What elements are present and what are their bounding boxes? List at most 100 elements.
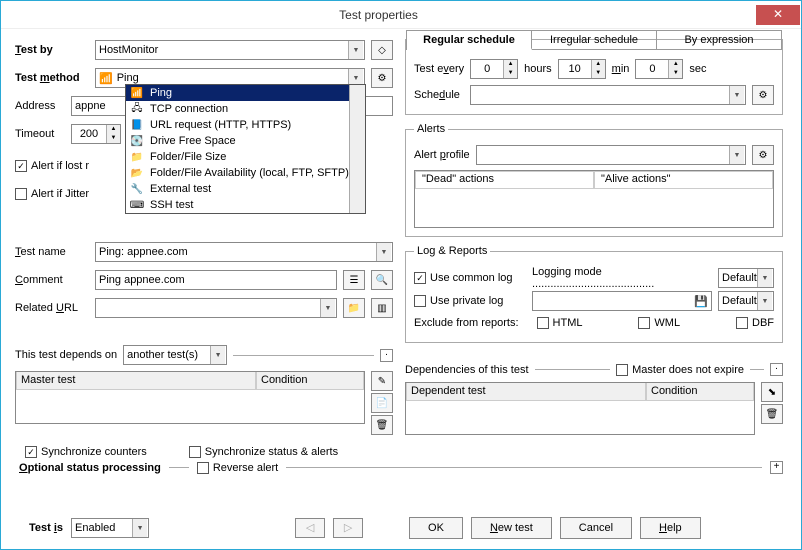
test-method-dropdown[interactable]: 📶Ping 🖧TCP connection 📘URL request (HTTP… <box>125 84 366 214</box>
test-is-label: Test is <box>29 522 63 534</box>
use-common-checkbox[interactable]: ✓Use common log <box>414 272 526 284</box>
ok-button[interactable]: OK <box>409 517 463 539</box>
alert-profile-options-icon[interactable]: ⚙ <box>752 145 774 165</box>
schedule-combo[interactable]: ▼ <box>470 85 746 105</box>
alert-profile-combo[interactable]: ▼ <box>476 145 746 165</box>
depends-label: This test depends on <box>15 349 117 361</box>
tab-expression[interactable]: By expression <box>657 31 781 49</box>
deps-collapse-icon[interactable]: · <box>770 363 783 376</box>
alive-actions-col: "Alive actions" <box>594 171 773 189</box>
sec-stepper[interactable]: 0▲▼ <box>635 59 683 79</box>
prev-button[interactable]: ◁ <box>295 518 325 538</box>
deps-edit-icon[interactable]: ✎ <box>371 371 393 391</box>
window: Test properties ✕ Test by HostMonitor▼ ◇… <box>0 0 802 550</box>
col-dep-condition[interactable]: Condition <box>646 383 754 401</box>
sync-counters-checkbox[interactable]: ✓Synchronize counters <box>25 446 147 458</box>
schedule-options-icon[interactable]: ⚙ <box>752 85 774 105</box>
log-title: Log & Reports <box>414 245 490 257</box>
test-by-label: Test by <box>15 44 89 56</box>
alert-lost-checkbox[interactable]: ✓Alert if lost r <box>15 160 89 172</box>
min-stepper[interactable]: 10▲▼ <box>558 59 606 79</box>
hours-stepper[interactable]: 0▲▼ <box>470 59 518 79</box>
close-button[interactable]: ✕ <box>756 5 800 25</box>
master-expire-checkbox[interactable]: Master does not expire <box>616 364 744 376</box>
next-button[interactable]: ▷ <box>333 518 363 538</box>
exclude-label: Exclude from reports: <box>414 317 519 329</box>
related-url-combo[interactable]: ▼ <box>95 298 337 318</box>
alerts-group: Alerts Alert profile ▼ ⚙ "Dead" actions … <box>405 129 783 237</box>
test-is-combo[interactable]: Enabled▼ <box>71 518 149 538</box>
ping-icon: 📶 <box>99 72 113 85</box>
actions-table[interactable]: "Dead" actions "Alive actions" <box>414 170 774 228</box>
hours-label: hours <box>524 63 552 75</box>
cancel-button[interactable]: Cancel <box>560 517 632 539</box>
dd-item-tcp[interactable]: 🖧TCP connection <box>126 101 365 117</box>
min-label: min <box>612 63 630 75</box>
col-dependent-test[interactable]: Dependent test <box>406 383 646 401</box>
logging-mode-combo[interactable]: Default▼ <box>718 268 774 288</box>
use-private-checkbox[interactable]: Use private log <box>414 295 526 307</box>
deps-title: Dependencies of this test <box>405 364 529 376</box>
test-name-combo[interactable]: Ping: appnee.com▼ <box>95 242 393 262</box>
dd-item-external[interactable]: 🔧External test <box>126 181 365 197</box>
alerts-title: Alerts <box>414 123 448 135</box>
log-group: Log & Reports ✓Use common log Logging mo… <box>405 251 783 343</box>
col-condition[interactable]: Condition <box>256 372 364 390</box>
reverse-alert-checkbox[interactable]: Reverse alert <box>197 462 278 474</box>
ssh-icon: ⌨ <box>130 198 144 212</box>
dependent-test-table[interactable]: Dependent test Condition <box>405 382 755 435</box>
window-title: Test properties <box>1 8 756 22</box>
schedule-tabs: Regular schedule Irregular schedule By e… <box>406 30 782 50</box>
dd-item-drive[interactable]: 💽Drive Free Space <box>126 133 365 149</box>
dropdown-scrollbar[interactable] <box>349 85 365 213</box>
html-checkbox[interactable]: HTML <box>537 317 583 329</box>
dd-item-url[interactable]: 📘URL request (HTTP, HTTPS) <box>126 117 365 133</box>
timeout-label: Timeout <box>15 128 65 140</box>
col-master-test[interactable]: Master test <box>16 372 256 390</box>
new-test-button[interactable]: New test <box>471 517 552 539</box>
test-by-combo[interactable]: HostMonitor▼ <box>95 40 365 60</box>
test-method-options-icon[interactable]: ⚙ <box>371 68 393 88</box>
opt-status-label: Optional status processing <box>19 462 161 474</box>
private-log-browse-icon[interactable]: 💾 <box>694 295 708 308</box>
private-log-input[interactable]: 💾 <box>532 291 712 311</box>
alert-jitter-checkbox[interactable]: Alert if Jitter <box>15 188 89 200</box>
test-method-label: Test method <box>15 72 89 84</box>
master-test-table[interactable]: Master test Condition <box>15 371 365 424</box>
related-url-label: Related URL <box>15 302 89 314</box>
dd-item-ssh[interactable]: ⌨SSH test <box>126 197 365 213</box>
help-button[interactable]: Help <box>640 517 701 539</box>
sync-status-checkbox[interactable]: Synchronize status & alerts <box>189 446 338 458</box>
test-name-label: Test name <box>15 246 89 258</box>
deps-add-icon[interactable]: 📄 <box>371 393 393 413</box>
schedule-label: Schedule <box>414 89 464 101</box>
dd-item-folder-size[interactable]: 📁Folder/File Size <box>126 149 365 165</box>
url-folder-icon[interactable]: 📁 <box>343 298 365 318</box>
titlebar: Test properties ✕ <box>1 1 801 29</box>
url-browse-icon[interactable]: ▥ <box>371 298 393 318</box>
comment-list-icon[interactable]: ☰ <box>343 270 365 290</box>
schedule-group: Regular schedule Irregular schedule By e… <box>405 39 783 115</box>
drive-icon: 💽 <box>130 134 144 148</box>
depends-combo[interactable]: another test(s)▼ <box>123 345 227 365</box>
comment-input[interactable]: Ping appnee.com <box>95 270 337 290</box>
test-by-clear-icon[interactable]: ◇ <box>371 40 393 60</box>
deps-delete-icon[interactable]: 🗑 <box>371 415 393 435</box>
dep-delete-icon[interactable]: 🗑 <box>761 404 783 424</box>
opt-expand-icon[interactable]: + <box>770 461 783 474</box>
dbf-checkbox[interactable]: DBF <box>736 317 774 329</box>
dd-item-folder-avail[interactable]: 📂Folder/File Availability (local, FTP, S… <box>126 165 365 181</box>
wml-checkbox[interactable]: WML <box>638 317 680 329</box>
tab-irregular[interactable]: Irregular schedule <box>532 31 657 49</box>
dd-item-ping[interactable]: 📶Ping <box>126 85 365 101</box>
folder-avail-icon: 📂 <box>130 166 144 180</box>
private-mode-combo[interactable]: Default▼ <box>718 291 774 311</box>
test-every-label: Test every <box>414 63 464 75</box>
tab-regular[interactable]: Regular schedule <box>407 31 532 50</box>
depends-collapse-icon[interactable]: · <box>380 349 393 362</box>
alert-profile-label: Alert profile <box>414 149 470 161</box>
dep-link-icon[interactable]: ⬊ <box>761 382 783 402</box>
timeout-stepper[interactable]: 200 ▲▼ <box>71 124 121 144</box>
folder-icon: 📁 <box>130 150 144 164</box>
comment-search-icon[interactable]: 🔍 <box>371 270 393 290</box>
